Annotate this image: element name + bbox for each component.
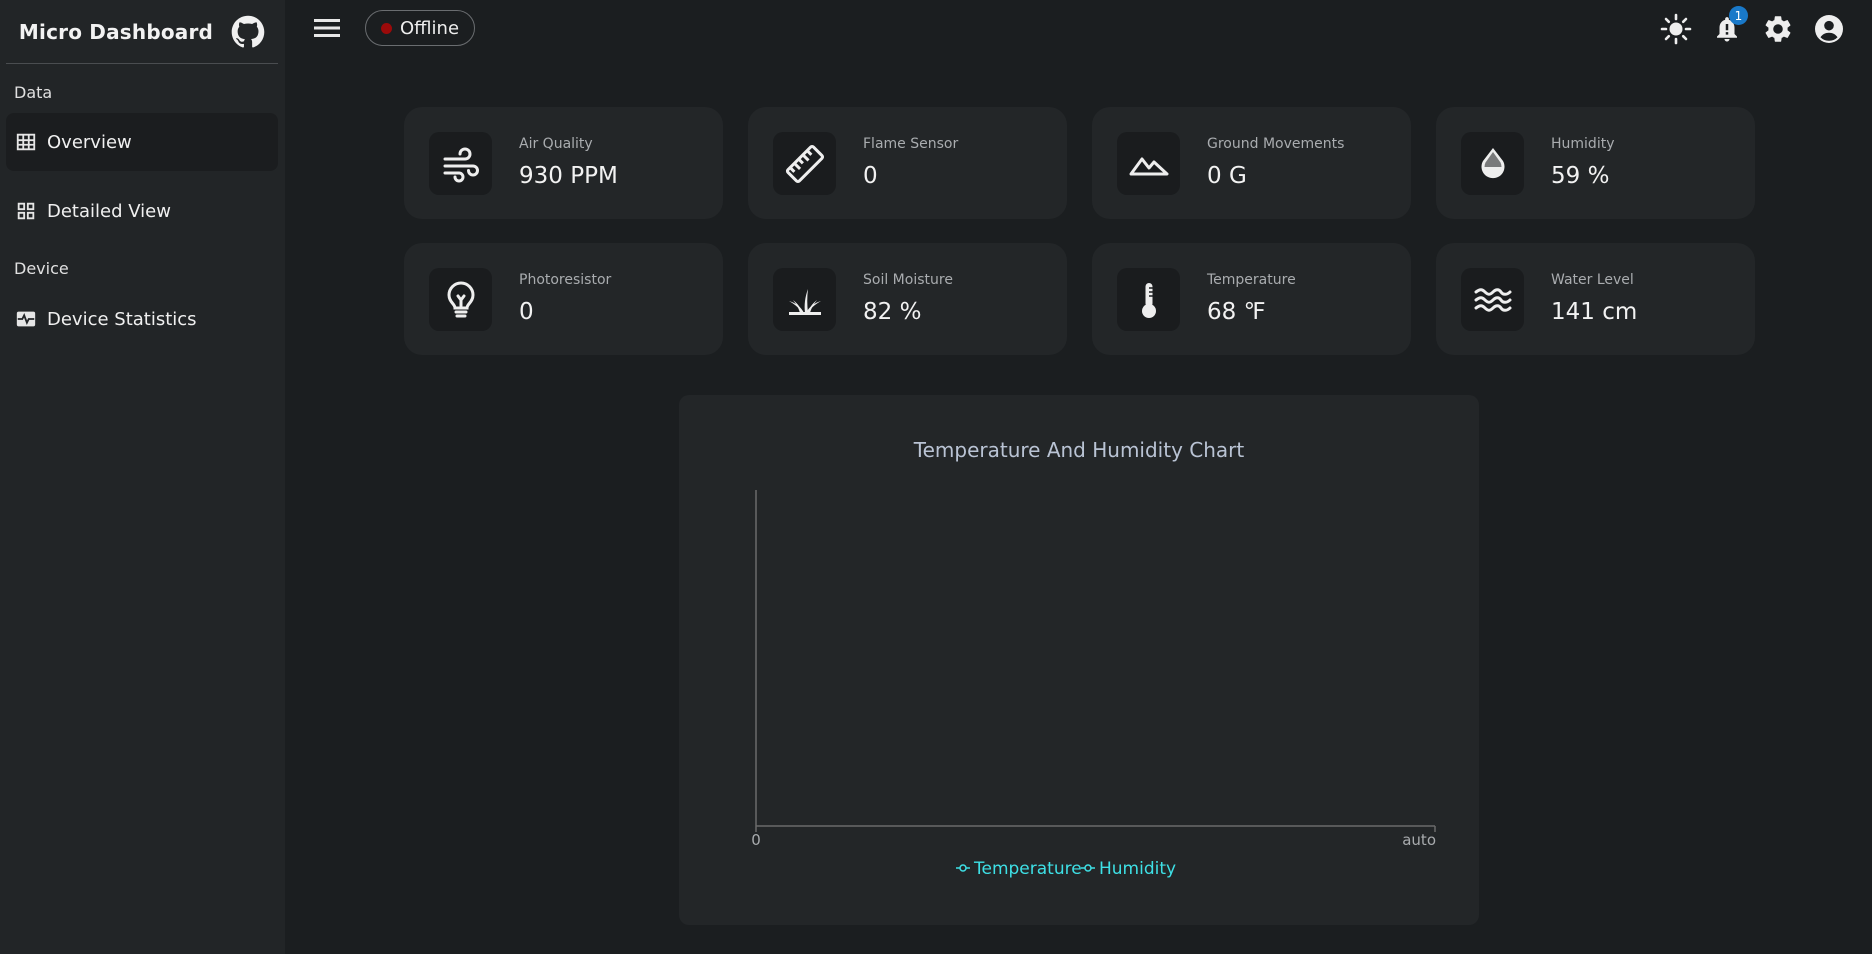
sensor-label: Soil Moisture [863, 272, 953, 288]
sensor-value: 68 ℉ [1207, 299, 1266, 325]
grass-icon [773, 268, 836, 331]
settings-button[interactable] [1761, 12, 1795, 46]
air-wind-icon [429, 132, 492, 195]
temperature-humidity-chart-card: Temperature And Humidity Chart 0 auto Te… [679, 395, 1479, 925]
sensor-label: Photoresistor [519, 272, 612, 288]
github-icon[interactable] [231, 15, 265, 49]
sidebar-item-label: Overview [47, 131, 132, 153]
sidebar-item-label: Device Statistics [47, 308, 197, 330]
sidebar-item-label: Detailed View [47, 200, 171, 222]
legend-item-temperature[interactable]: Temperature [956, 859, 1082, 879]
status-dot [380, 22, 392, 34]
temperature-humidity-chart: Temperature And Humidity Chart 0 auto Te… [751, 438, 1436, 879]
chart-title: Temperature And Humidity Chart [913, 438, 1245, 462]
sensor-value: 0 G [1207, 163, 1247, 189]
sensor-value: 0 [863, 163, 878, 189]
sensor-card-photoresistor: Photoresistor 0 [404, 243, 723, 355]
legend-label: Humidity [1099, 859, 1176, 879]
sidebar-item-detailed-view[interactable]: Detailed View [6, 182, 278, 240]
sensor-card-temperature: Temperature 68 ℉ [1092, 243, 1411, 355]
landscape-icon [1117, 132, 1180, 195]
sidebar-item-device-statistics[interactable]: Device Statistics [6, 290, 278, 348]
sidebar-item-overview[interactable]: Overview [6, 113, 278, 171]
sensor-value: 59 % [1551, 163, 1610, 189]
sensor-value: 0 [519, 299, 534, 325]
sensor-label: Temperature [1207, 272, 1296, 288]
sensor-card-soil-moisture: Soil Moisture 82 % [748, 243, 1067, 355]
lightbulb-icon [429, 268, 492, 331]
notification-count-badge: 1 [1729, 6, 1748, 25]
sensor-value: 930 PPM [519, 163, 618, 189]
theme-sun-icon [1660, 13, 1692, 45]
sensor-card-air-quality: Air Quality 930 PPM [404, 107, 723, 219]
sidebar: Micro Dashboard Data Overview Detailed V… [0, 0, 285, 954]
sensor-label: Flame Sensor [863, 136, 959, 152]
sensor-label: Air Quality [519, 136, 593, 152]
theme-toggle-button[interactable] [1659, 12, 1693, 46]
settings-gear-icon [1765, 16, 1791, 42]
legend-point-marker [1084, 864, 1092, 872]
app-title: Micro Dashboard [18, 19, 214, 44]
status-label: Offline [399, 17, 460, 39]
sensor-card-humidity: Humidity 59 % [1436, 107, 1755, 219]
sensor-label: Humidity [1551, 136, 1615, 152]
sensor-card-ground-movements: Ground Movements 0 G [1092, 107, 1411, 219]
dashboard-grid-icon [15, 200, 37, 222]
sensor-value: 141 cm [1551, 299, 1638, 325]
monitor-heart-icon [15, 308, 37, 330]
sensor-card-water-level: Water Level 141 cm [1436, 243, 1755, 355]
sensor-label: Ground Movements [1207, 136, 1345, 152]
section-label-data: Data [14, 83, 53, 102]
hamburger-menu-icon [314, 19, 340, 37]
thermometer-icon [1117, 268, 1180, 331]
connection-status-chip[interactable]: Offline [365, 10, 475, 46]
legend-point-marker [959, 864, 967, 872]
sensor-value: 82 % [863, 299, 922, 325]
x-tick-label: auto [1402, 831, 1436, 849]
table-grid-icon [15, 131, 37, 153]
sensor-label: Water Level [1551, 272, 1634, 288]
notifications-button[interactable]: 1 [1710, 6, 1748, 46]
sensor-card-flame-sensor: Flame Sensor 0 [748, 107, 1067, 219]
section-label-device: Device [14, 259, 69, 278]
legend-label: Temperature [973, 859, 1082, 879]
account-button[interactable] [1812, 12, 1846, 46]
x-tick-label: 0 [751, 831, 761, 849]
legend-item-humidity[interactable]: Humidity [1081, 859, 1176, 879]
menu-toggle-button[interactable] [312, 14, 342, 42]
ruler-icon [773, 132, 836, 195]
water-drop-icon [1461, 132, 1524, 195]
waves-icon [1461, 268, 1524, 331]
account-circle-icon [1815, 15, 1843, 43]
brand-header: Micro Dashboard [6, 0, 278, 64]
